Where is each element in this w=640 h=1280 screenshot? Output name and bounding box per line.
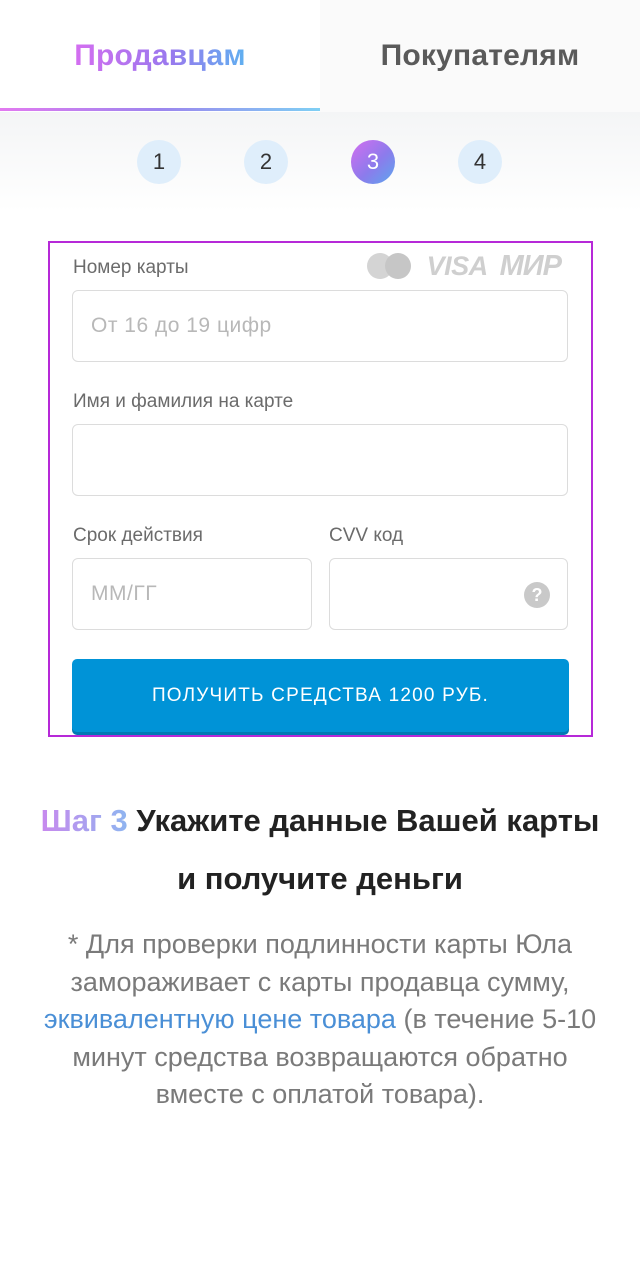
mir-logo: МИР (499, 249, 562, 282)
cardholder-input[interactable] (72, 424, 568, 496)
mastercard-icon (365, 251, 415, 281)
card-number-input[interactable] (72, 290, 568, 362)
tab-sellers-label: Продавцам (74, 39, 246, 72)
tab-bar: Продавцам Покупателям (0, 0, 640, 112)
tab-sellers[interactable]: Продавцам (0, 0, 320, 112)
cvv-label: CVV код (329, 525, 404, 546)
step-number: Шаг 3 (40, 803, 128, 838)
step-3[interactable]: 3 (351, 140, 395, 184)
cardholder-label: Имя и фамилия на карте (73, 391, 294, 412)
card-number-label: Номер карты (73, 257, 189, 278)
step-2[interactable]: 2 (244, 140, 288, 184)
card-brands: VISA МИР (365, 249, 562, 282)
step-title-text: Укажите данные Вашей карты и получите де… (136, 803, 600, 896)
cvv-help-icon[interactable]: ? (524, 582, 550, 608)
get-funds-button[interactable]: ПОЛУЧИТЬ СРЕДСТВА 1200 РУБ. (72, 659, 569, 732)
step-1[interactable]: 1 (137, 140, 181, 184)
card-form: Номер карты VISA МИР Имя и фамилия на ка… (48, 241, 593, 737)
step-title: Шаг 3 Укажите данные Вашей карты и получ… (40, 792, 600, 908)
tab-buyers[interactable]: Покупателям (320, 0, 640, 112)
active-tab-indicator (0, 108, 320, 111)
expiry-input[interactable] (72, 558, 312, 630)
steps-band (0, 112, 640, 212)
note-text-before: * Для проверки подлинности карты Юла зам… (67, 929, 573, 997)
cvv-field-wrapper: ? (329, 558, 568, 630)
visa-logo: VISA (426, 250, 489, 281)
step-4[interactable]: 4 (458, 140, 502, 184)
expiry-label: Срок действия (73, 525, 203, 546)
tab-buyers-label: Покупателям (380, 39, 580, 72)
verification-note: * Для проверки подлинности карты Юла зам… (40, 926, 600, 1114)
equivalent-price-link[interactable]: эквивалентную цене товара (44, 1004, 396, 1034)
